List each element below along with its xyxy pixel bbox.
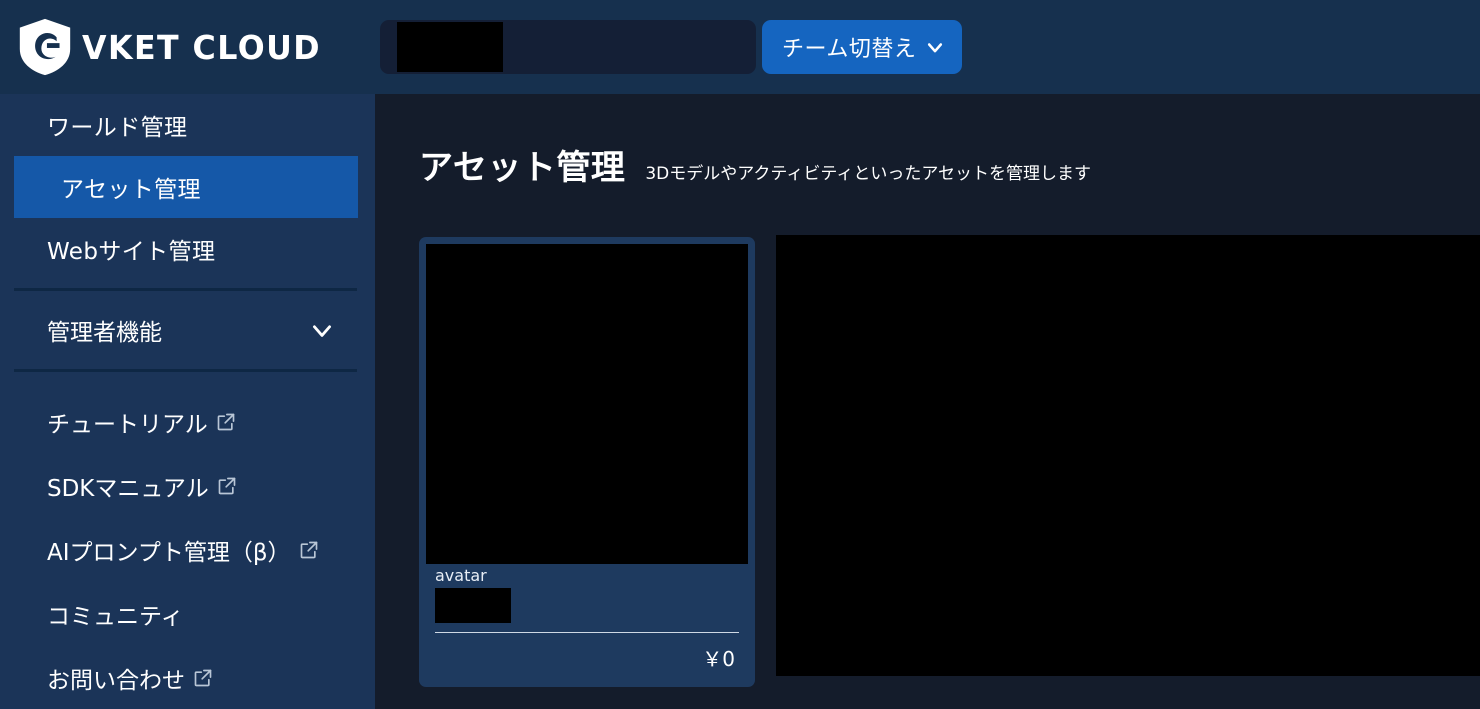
app-root: VKET CLOUD チーム切替え ワールド管理 アセット管理 Webサイト管理… xyxy=(0,0,1480,709)
page-header: アセット管理 3Dモデルやアクティビティといったアセットを管理します xyxy=(375,94,1480,189)
page-title: アセット管理 xyxy=(419,148,626,188)
sidebar-item-asset-management[interactable]: アセット管理 xyxy=(14,156,358,218)
asset-card[interactable]: avatar ￥0 xyxy=(419,237,755,688)
sidebar-group-label: 管理者機能 xyxy=(47,320,162,346)
top-header: VKET CLOUD チーム切替え xyxy=(0,0,1480,94)
redacted-overlay xyxy=(776,235,1480,676)
team-switch-button[interactable]: チーム切替え xyxy=(762,20,963,74)
chevron-down-icon xyxy=(925,37,945,57)
sidebar-item-label: SDKマニュアル xyxy=(47,476,209,502)
brand-name: VKET CLOUD xyxy=(82,27,322,67)
redacted-detail xyxy=(435,588,511,624)
sidebar-item-label: チュートリアル xyxy=(47,412,208,438)
shield-logo-icon xyxy=(14,16,76,78)
sidebar-nav: ワールド管理 アセット管理 Webサイト管理 管理者機能 チュートリアル SDK… xyxy=(0,94,375,709)
sidebar-item-label: ワールド管理 xyxy=(47,115,188,141)
sidebar-item-contact[interactable]: お問い合わせ xyxy=(0,646,375,709)
chevron-down-icon xyxy=(309,317,335,343)
team-switch-label: チーム切替え xyxy=(782,37,917,62)
sidebar-divider-top xyxy=(14,288,357,291)
team-name-input[interactable] xyxy=(380,20,756,74)
sidebar-item-ai-prompt-management[interactable]: AIプロンプト管理（β） xyxy=(0,518,375,582)
redacted-value xyxy=(397,22,503,72)
external-link-icon xyxy=(216,412,236,432)
sidebar-item-label: Webサイト管理 xyxy=(47,239,216,265)
sidebar-item-label: コミュニティ xyxy=(47,604,184,630)
header-controls: チーム切替え xyxy=(375,20,1480,74)
page-subtitle: 3Dモデルやアクティビティといったアセットを管理します xyxy=(645,164,1092,184)
external-link-icon xyxy=(299,540,319,560)
sidebar-item-label: AIプロンプト管理（β） xyxy=(47,540,291,566)
sidebar-item-website-management[interactable]: Webサイト管理 xyxy=(0,218,375,280)
sidebar-item-sdk-manual[interactable]: SDKマニュアル xyxy=(0,454,375,518)
asset-name: avatar xyxy=(435,566,487,585)
asset-thumbnail[interactable] xyxy=(426,244,748,564)
sidebar-item-tutorial[interactable]: チュートリアル xyxy=(0,390,375,454)
sidebar-item-label: アセット管理 xyxy=(61,177,201,203)
sidebar-divider-bottom xyxy=(14,369,357,372)
external-link-icon xyxy=(217,476,237,496)
sidebar-item-world-management[interactable]: ワールド管理 xyxy=(0,94,375,156)
sidebar-item-label: お問い合わせ xyxy=(47,668,185,694)
asset-price: ￥0 xyxy=(702,647,735,672)
sidebar-group-admin-functions[interactable]: 管理者機能 xyxy=(0,299,375,361)
brand-logo[interactable]: VKET CLOUD xyxy=(0,0,375,94)
sidebar-item-community[interactable]: コミュニティ xyxy=(0,582,375,646)
external-link-icon xyxy=(193,668,213,688)
